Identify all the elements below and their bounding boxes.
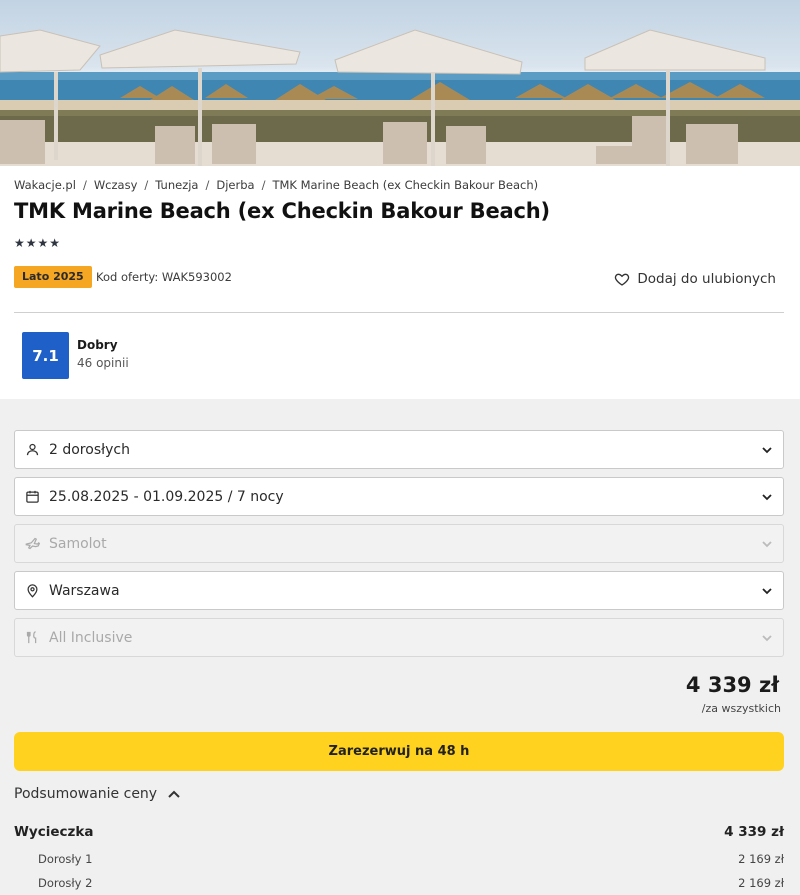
hotel-star-rating: ★★★★ — [14, 236, 62, 250]
breadcrumb-separator: / — [205, 178, 210, 192]
chevron-up-icon — [168, 790, 180, 798]
breadcrumb-link-holidays[interactable]: Wczasy — [94, 178, 138, 192]
summary-item-row: Dorosły 2 2 169 zł — [14, 876, 784, 890]
breadcrumb: Wakacje.pl / Wczasy / Tunezja / Djerba / TMK Mar… — [14, 178, 538, 192]
calendar-icon — [26, 490, 39, 503]
dates-value: 25.08.2025 - 01.09.2025 / 7 nocy — [49, 488, 284, 505]
chevron-down-icon — [762, 634, 772, 641]
breadcrumb-link-home[interactable]: Wakacje.pl — [14, 178, 76, 192]
travelers-select[interactable]: 2 dorosłych — [14, 430, 784, 469]
chevron-down-icon — [762, 446, 772, 453]
breadcrumb-current: TMK Marine Beach (ex Checkin Bakour Beac… — [272, 178, 539, 192]
breadcrumb-separator: / — [144, 178, 149, 192]
chevron-down-icon — [762, 587, 772, 594]
add-to-favorites-button[interactable]: Dodaj do ulubionych — [614, 271, 776, 287]
departure-select[interactable]: Warszawa — [14, 571, 784, 610]
transport-value: Samolot — [49, 535, 107, 552]
reviews-count-link[interactable]: 46 opinii — [77, 356, 129, 370]
rating-label: Dobry — [77, 338, 118, 352]
fork-knife-icon — [26, 631, 37, 644]
chevron-down-icon — [762, 540, 772, 547]
total-price: 4 339 zł — [685, 673, 779, 697]
price-summary-toggle[interactable]: Podsumowanie ceny — [14, 786, 181, 802]
offer-code: Kod oferty: WAK593002 — [96, 270, 232, 284]
hotel-title: TMK Marine Beach (ex Checkin Bakour Beac… — [14, 199, 550, 223]
summary-trip-row: Wycieczka 4 339 zł — [14, 824, 784, 840]
price-note: /za wszystkich — [701, 702, 781, 715]
dates-select[interactable]: 25.08.2025 - 01.09.2025 / 7 nocy — [14, 477, 784, 516]
summary-trip-label: Wycieczka — [14, 824, 94, 840]
summary-item-label: Dorosły 1 — [38, 852, 93, 866]
summary-item-value: 2 169 zł — [738, 876, 784, 890]
hotel-header-card: Wakacje.pl / Wczasy / Tunezja / Djerba / TMK Mar… — [0, 166, 800, 399]
hotel-hero-image — [0, 0, 800, 166]
breadcrumb-link-region[interactable]: Djerba — [216, 178, 254, 192]
person-icon — [26, 443, 39, 456]
plane-icon — [25, 537, 40, 550]
heart-icon — [615, 273, 630, 286]
season-badge: Lato 2025 — [14, 266, 92, 288]
summary-trip-total: 4 339 zł — [724, 824, 784, 840]
breadcrumb-link-country[interactable]: Tunezja — [155, 178, 198, 192]
departure-value: Warszawa — [49, 582, 120, 599]
summary-item-value: 2 169 zł — [738, 852, 784, 866]
chevron-down-icon — [762, 493, 772, 500]
board-select[interactable]: All Inclusive — [14, 618, 784, 657]
price-summary-label: Podsumowanie ceny — [14, 786, 158, 802]
rating-score-badge: 7.1 — [22, 332, 69, 379]
breadcrumb-separator: / — [261, 178, 266, 192]
book-button[interactable]: Zarezerwuj na 48 h — [14, 732, 784, 771]
transport-select[interactable]: Samolot — [14, 524, 784, 563]
favorites-label: Dodaj do ulubionych — [637, 271, 776, 287]
summary-item-row: Dorosły 1 2 169 zł — [14, 852, 784, 866]
board-value: All Inclusive — [49, 629, 133, 646]
breadcrumb-separator: / — [82, 178, 87, 192]
location-pin-icon — [27, 584, 38, 598]
travelers-value: 2 dorosłych — [49, 441, 130, 458]
divider — [14, 312, 784, 313]
summary-item-label: Dorosły 2 — [38, 876, 93, 890]
